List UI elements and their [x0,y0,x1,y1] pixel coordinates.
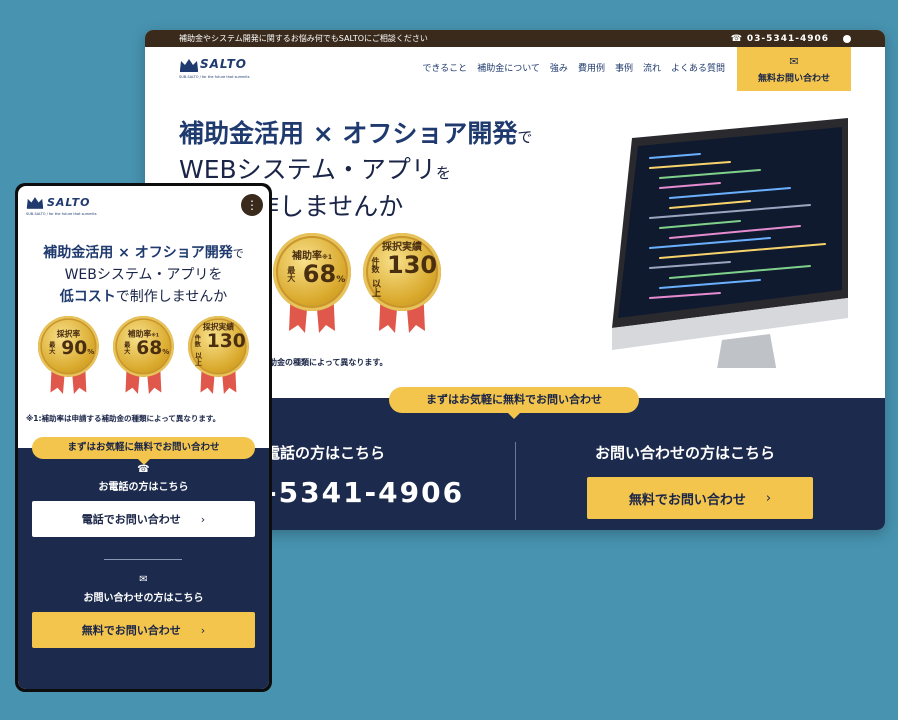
contact-callout-pill: まずはお気軽に無料でお問い合わせ [32,437,255,465]
logo-text: SALTO [47,196,91,209]
mobile-site-logo[interactable]: SALTO SUB-SALTO / for the future that su… [26,196,97,216]
footnote: ※1:補助率は申請する補助金の種類によって異なります。 [26,414,221,423]
medal-prefix: 件数 [371,256,380,273]
free-inquiry-button[interactable]: 無料でお問い合わせ › [32,612,255,648]
free-inquiry-label: 無料でお問い合わせ [628,492,746,508]
computer-monitor-illustration [612,118,848,368]
nav-item-costs[interactable]: 費用例 [578,61,605,74]
phone-icon: ☎ [730,33,743,44]
hero-line3-tail: で制作しませんか [115,289,228,305]
medal-value: 68 [302,259,337,288]
medal-adoption-rate: 採択率 最大 90% [38,316,99,394]
contact-callout-pill: まずはお気軽に無料でお問い合わせ [389,387,639,419]
header-contact-label: 無料お問い合わせ [757,73,830,84]
medal-prefix: 件数 [194,334,202,347]
phone-inquiry-label: 電話でお問い合わせ [81,513,181,526]
medal-value: 68 [136,336,163,359]
nav-item-subsidy[interactable]: 補助金について [477,61,540,74]
top-info-bar: 補助金やシステム開発に関するお悩み何でもSALTOにご相談ください ☎ 03-5… [145,30,885,47]
medal-adoption-count: 採択実績 件数 130以上 [363,233,441,333]
main-nav: できること 補助金について 強み 費用例 事例 流れ よくある質問 [422,61,725,74]
mobile-hero-line2: WEBシステム・アプリを [64,267,223,283]
mobile-hero-line3: 低コストで制作しませんか [18,286,269,306]
nav-item-strengths[interactable]: 強み [550,61,568,74]
medal-unit: 以上 [193,351,202,366]
mail-icon: ✉ [789,54,799,68]
nav-item-capabilities[interactable]: できること [422,61,467,74]
close-icon[interactable] [843,34,851,43]
medal-value: 90 [61,336,88,359]
medal-unit: 以上 [370,278,380,297]
chevron-right-icon: › [200,512,206,526]
free-inquiry-label: 無料でお問い合わせ [81,624,181,637]
medal-prefix: 最大 [48,341,56,354]
phone-icon: ☎ [137,464,150,475]
phone-heading: お電話の方はこちら [98,482,189,493]
divider [515,442,516,520]
topbar-message: 補助金やシステム開発に関するお悩み何でもSALTOにご相談ください [179,34,428,43]
footnote: 助金の種類によって異なります。 [269,358,388,367]
medal-subsidy-rate: 補助率※1 最大 68% [113,316,174,394]
mobile-contact-section: ☎ お電話の方はこちら 電話でお問い合わせ › ✉ お問い合わせの方はこちら 無料… [18,448,269,689]
mobile-hero-line1: 補助金活用 × オフショア開発で [18,242,269,262]
medal-unit: % [87,348,95,357]
hero-line1-bold: 補助金活用 × オフショア開発 [179,119,518,148]
phone-heading: 電話の方はこちら [265,444,386,462]
nav-item-faq[interactable]: よくある質問 [671,61,725,74]
medal-value: 130 [387,250,438,279]
topbar-phone-number: 03-5341-4906 [746,33,829,44]
hero-line1-bold: 補助金活用 × オフショア開発 [43,245,233,261]
phone-number[interactable]: -5341-4906 [265,476,464,509]
menu-icon[interactable]: ⋮ [241,194,263,216]
mobile-screen: SALTO SUB-SALTO / for the future that su… [18,186,269,689]
logo-tagline: SUB-SALTO / for the future that summits [179,75,250,79]
medal-unit: % [162,348,170,357]
logo-text: SALTO [200,57,247,71]
divider [104,559,182,560]
form-heading: お問い合わせの方はこちら [83,593,204,604]
hero-line1-tail: で [517,128,533,146]
chevron-right-icon: › [765,490,772,506]
medal-subsidy-rate: 補助率※1 最大 68% [273,233,351,333]
logo-tagline: SUB-SALTO / for the future that summits [26,212,97,216]
mobile-mockup: SALTO SUB-SALTO / for the future that su… [15,183,272,692]
medal-value: 130 [206,329,246,352]
mail-icon: ✉ [139,574,148,585]
hero-line3-bold: 低コスト [59,289,116,305]
free-inquiry-button[interactable]: 無料でお問い合わせ › [587,477,813,519]
medal-adoption-count: 採択実績 件数 130以上 [188,316,249,394]
chevron-right-icon: › [200,623,206,637]
header-contact-button[interactable]: ✉ 無料お問い合わせ [737,47,851,91]
hero-line1-tail: で [232,247,244,260]
hero-line2-tail: を [435,164,451,182]
medal-prefix: 最大 [286,265,296,282]
medal-unit: % [336,274,346,285]
crown-icon [26,196,44,209]
nav-item-flow[interactable]: 流れ [643,61,661,74]
medal-prefix: 最大 [123,341,131,354]
form-heading: お問い合わせの方はこちら [595,444,776,462]
topbar-phone[interactable]: ☎ 03-5341-4906 [731,34,851,44]
site-logo[interactable]: SALTO SUB-SALTO / for the future that su… [179,57,250,79]
hero-line2: WEBシステム・アプリ [179,155,436,184]
phone-inquiry-button[interactable]: 電話でお問い合わせ › [32,501,255,537]
site-header: SALTO SUB-SALTO / for the future that su… [145,47,885,99]
crown-icon [179,58,198,72]
nav-item-cases[interactable]: 事例 [615,61,633,74]
